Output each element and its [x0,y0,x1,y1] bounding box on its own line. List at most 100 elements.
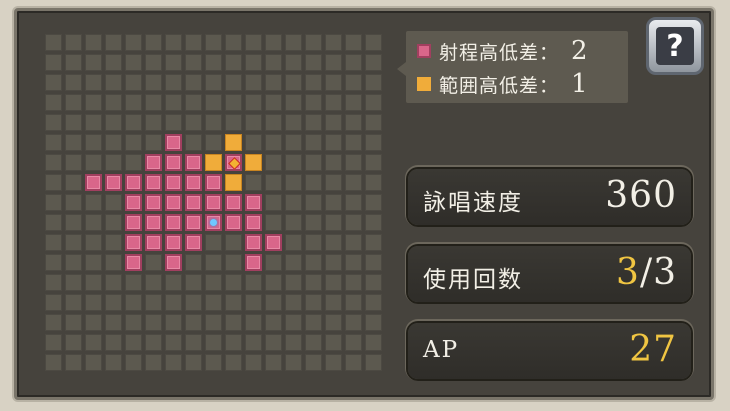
grid-cell [305,334,322,351]
grid-cell [325,94,342,111]
grid-cell [65,354,82,371]
grid-cell-range [165,254,182,271]
grid-cell [185,334,202,351]
help-button[interactable]: ? [646,17,704,75]
grid-cell [205,354,222,371]
grid-cell [65,294,82,311]
grid-cell [225,254,242,271]
grid-cell [165,34,182,51]
grid-cell [225,34,242,51]
grid-cell [305,54,322,71]
grid-cell-range [245,254,262,271]
grid-cell-area-height [245,154,262,171]
grid-cell [285,254,302,271]
grid-cell [205,294,222,311]
grid-cell [145,334,162,351]
grid-cell [325,154,342,171]
grid-cell [265,34,282,51]
grid-cell-range [185,194,202,211]
grid-cell [45,314,62,331]
grid-cell [365,294,382,311]
grid-cell [105,234,122,251]
grid-cell [105,254,122,271]
grid-cell [85,334,102,351]
grid-cell [265,334,282,351]
grid-cell [285,134,302,151]
grid-cell [325,254,342,271]
grid-cell [45,94,62,111]
grid-cell [105,274,122,291]
grid-cell [245,54,262,71]
grid-cell [365,114,382,131]
grid-cell [225,294,242,311]
grid-cell-range [165,174,182,191]
grid-cell [245,134,262,151]
grid-cell [85,194,102,211]
grid-cell [85,214,102,231]
grid-cell [65,34,82,51]
area-swatch-icon [417,77,431,91]
grid-cell [365,274,382,291]
grid-cell [85,354,102,371]
grid-cell [45,114,62,131]
grid-cell [65,274,82,291]
grid-cell [165,294,182,311]
grid-cell [45,74,62,91]
range-height-label: 射程高低差： [439,41,560,64]
grid-cell [205,74,222,91]
grid-cell [125,354,142,371]
grid-cell [265,134,282,151]
grid-cell [85,234,102,251]
grid-cell [225,354,242,371]
grid-cell [245,34,262,51]
grid-cell [305,194,322,211]
grid-cell [165,334,182,351]
grid-cell [265,274,282,291]
grid-cell [365,194,382,211]
range-height-row: 射程高低差： 2 [417,36,589,66]
grid-cell [85,274,102,291]
grid-cell [145,354,162,371]
grid-cell [345,54,362,71]
grid-cell [105,354,122,371]
help-book-icon: ? [656,27,694,65]
grid-cell [125,34,142,51]
grid-cell [225,274,242,291]
grid-cell [285,54,302,71]
grid-cell-range [165,154,182,171]
grid-cell [65,174,82,191]
grid-cell [265,294,282,311]
grid-cell [125,134,142,151]
grid-cell [305,34,322,51]
grid-cell [105,74,122,91]
grid-cell [265,314,282,331]
ap-label: AP [423,337,460,363]
grid-cell [365,94,382,111]
grid-cell [285,154,302,171]
grid-cell [265,114,282,131]
area-height-row: 範囲高低差： 1 [417,69,589,99]
grid-cell [65,94,82,111]
grid-cell [245,354,262,371]
grid-cell [285,334,302,351]
grid-cell [345,314,362,331]
grid-cell [265,74,282,91]
grid-cell [85,114,102,131]
uses-max: 3 [653,252,677,293]
grid-cell [245,274,262,291]
grid-cell [165,74,182,91]
grid-cell [105,154,122,171]
grid-cell-range [165,194,182,211]
caster-marker-icon [210,219,217,226]
grid-cell [145,314,162,331]
grid-cell [65,194,82,211]
grid-cell [285,314,302,331]
uses-value: 3/3 [616,252,677,293]
grid-cell [285,274,302,291]
grid-cell [345,114,362,131]
grid-cell [305,234,322,251]
grid-cell [305,94,322,111]
ap-number: 27 [629,329,677,370]
area-height-value: 1 [571,69,589,99]
grid-cell [325,294,342,311]
